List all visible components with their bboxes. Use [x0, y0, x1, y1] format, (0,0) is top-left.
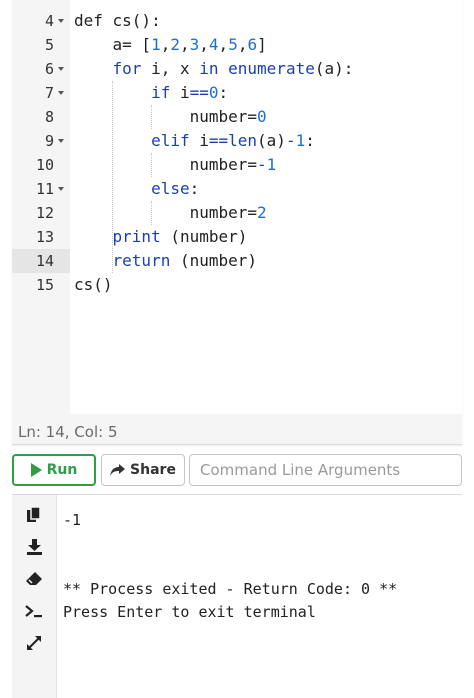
fold-arrow-icon[interactable] [58, 19, 64, 23]
line-number: 13 [35, 228, 54, 246]
eraser-icon[interactable] [24, 569, 44, 589]
line-number-cell: 14 [12, 249, 70, 273]
line-number: 8 [44, 108, 54, 126]
code-line[interactable]: 5 a= [1,2,3,4,5,6] [12, 33, 462, 57]
line-number: 15 [35, 276, 54, 294]
line-number-cell: 12 [12, 201, 70, 225]
indent-guide [151, 201, 152, 225]
line-number-cell: 8 [12, 105, 70, 129]
line-number-cell: 15 [12, 273, 70, 297]
line-number-cell: 4 [12, 9, 70, 33]
line-number: 10 [35, 156, 54, 174]
line-number: 5 [44, 36, 54, 54]
line-number-cell: 6 [12, 57, 70, 81]
code-text: return (number) [112, 251, 258, 270]
line-number-cell: 5 [12, 33, 70, 57]
line-number: 7 [44, 84, 54, 102]
terminal-toolbar [12, 495, 57, 698]
share-button[interactable]: Share [101, 454, 185, 486]
code-text: number=0 [74, 107, 267, 126]
code-text: if i==0: [151, 83, 229, 102]
code-line[interactable]: 11 else: [12, 177, 462, 201]
run-button[interactable]: Run [12, 454, 96, 486]
download-icon[interactable] [24, 537, 44, 557]
code-line[interactable]: 13 print (number) [12, 225, 462, 249]
line-number: 11 [35, 180, 54, 198]
indent-guide [151, 105, 152, 129]
line-number-cell: 13 [12, 225, 70, 249]
code-line[interactable]: 12 number=2 [12, 201, 462, 225]
line-number: 4 [44, 12, 54, 30]
line-number-cell: 11 [12, 177, 70, 201]
code-line[interactable]: 14 return (number) [12, 249, 462, 273]
terminal-output[interactable]: -1 ** Process exited - Return Code: 0 **… [63, 509, 397, 624]
code-text: print (number) [112, 227, 248, 246]
fold-arrow-icon[interactable] [58, 67, 64, 71]
code-line[interactable]: 7 if i==0: [12, 81, 462, 105]
code-text: for i, x in enumerate(a): [112, 59, 354, 78]
line-number: 9 [44, 132, 54, 150]
fold-arrow-icon[interactable] [58, 139, 64, 143]
fold-arrow-icon[interactable] [58, 187, 64, 191]
play-icon [30, 463, 42, 477]
indent-guide [151, 153, 152, 177]
code-line[interactable]: 8 number=0 [12, 105, 462, 129]
fold-arrow-icon[interactable] [58, 91, 64, 95]
code-line[interactable]: 15 cs() [12, 273, 462, 297]
code-line[interactable]: 9 elif i==len(a)-1: [12, 129, 462, 153]
code-text: elif i==len(a)-1: [151, 131, 315, 150]
code-line[interactable]: 10 number=-1 [12, 153, 462, 177]
indent-guide [112, 81, 113, 273]
share-icon [110, 464, 126, 476]
code-line[interactable]: 4 def cs(): [12, 9, 462, 33]
code-text: number=-1 [74, 155, 277, 174]
line-number-cell: 10 [12, 153, 70, 177]
line-number: 12 [35, 204, 54, 222]
terminal-prompt-icon[interactable] [24, 601, 44, 621]
line-number: 14 [35, 252, 54, 270]
terminal-panel[interactable]: -1 ** Process exited - Return Code: 0 **… [12, 494, 462, 698]
line-number-cell: 9 [12, 129, 70, 153]
run-button-label: Run [46, 462, 78, 478]
code-editor[interactable]: 4 def cs(): 5 a= [1,2,3,4,5,6] 6 for i, x i… [12, 0, 462, 445]
line-number-cell: 7 [12, 81, 70, 105]
cursor-status: Ln: 14, Col: 5 [18, 423, 118, 441]
code-text: number=2 [74, 203, 267, 222]
expand-icon[interactable] [24, 633, 44, 653]
code-text: a= [1,2,3,4,5,6] [74, 35, 267, 54]
copy-icon[interactable] [24, 505, 44, 525]
code-text: def cs(): [74, 11, 161, 30]
line-number: 6 [44, 60, 54, 78]
code-text: cs() [74, 275, 113, 294]
code-line[interactable]: 6 for i, x in enumerate(a): [12, 57, 462, 81]
share-button-label: Share [130, 462, 176, 478]
code-text: else: [151, 179, 200, 198]
command-line-arguments-input[interactable] [189, 454, 462, 486]
